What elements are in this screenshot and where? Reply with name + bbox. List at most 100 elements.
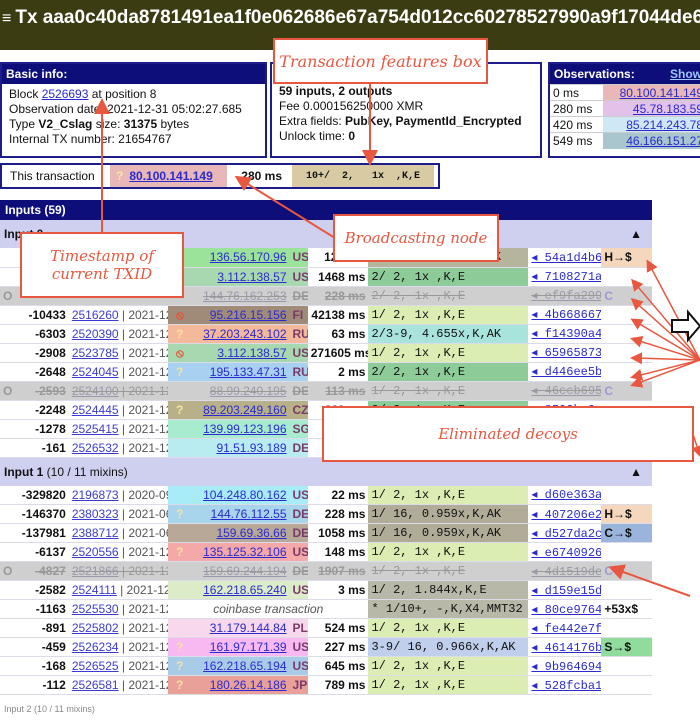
ip-link[interactable]: 195.133.47.31 <box>210 365 287 379</box>
block-link[interactable]: 2524045 <box>72 365 119 379</box>
country-code: DE <box>290 286 308 305</box>
menu-icon[interactable]: ≡ <box>2 10 11 27</box>
block-link[interactable]: 2526532 <box>72 441 119 455</box>
tag-cell <box>601 343 652 362</box>
flow-tag[interactable]: H→$ <box>604 507 631 521</box>
block-link[interactable]: 2520390 <box>72 327 119 341</box>
output-ref-link[interactable]: ◂ d446ee5b:1 <box>531 365 601 379</box>
output-ref-link[interactable]: ◂ 65965873:1 <box>531 346 601 360</box>
output-ref-link[interactable]: ◂ 54a1d4b6:13 <box>531 251 601 265</box>
output-ref-link[interactable]: ◂ d60e363a:0 <box>531 488 601 502</box>
output-ref-link[interactable]: ◂ f14390a4:3 <box>531 327 601 341</box>
ip-link[interactable]: 104.248.80.162 <box>203 488 286 502</box>
output-ref-link[interactable]: ◂ 4b668667:1 <box>531 308 601 322</box>
output-ref-link[interactable]: ◂ ef9fa299:3 <box>531 289 601 303</box>
output-ref-link[interactable]: ◂ 7108271a:0 <box>531 270 601 284</box>
block-link[interactable]: 2525530 <box>72 602 119 616</box>
flow-tag[interactable]: S→$ <box>604 640 631 654</box>
input-row: -11632525530 | 2021-12-29coinbase transa… <box>0 600 652 619</box>
ip-link[interactable]: 136.56.170.96 <box>210 250 287 264</box>
flow-tag[interactable]: C <box>604 289 613 303</box>
observation-ip-link[interactable]: 46.166.151.27 <box>626 134 700 148</box>
output-marker <box>0 267 18 286</box>
flow-tag[interactable]: H→$ <box>604 250 631 264</box>
output-marker <box>0 305 18 324</box>
country-code: US <box>290 657 308 676</box>
ip-link[interactable]: 95.216.15.156 <box>210 308 287 322</box>
this-tx-latency: 280 ms <box>227 169 292 183</box>
block-link[interactable]: 2388712 <box>72 526 119 540</box>
block-link[interactable]: 2523785 <box>72 346 119 360</box>
output-ref-link[interactable]: ◂ 9b964694:0 <box>531 660 601 674</box>
annotation-features-box: Transaction features box <box>273 38 488 84</box>
output-ref-link[interactable]: ◂ 80ce9764:31 <box>531 603 601 617</box>
block-date: | 2021-12-28 <box>119 403 168 417</box>
ip-link[interactable]: 144.76.162.253 <box>203 289 286 303</box>
block-link[interactable]: 2516260 <box>72 308 119 322</box>
show-link[interactable]: Show <box>670 67 700 81</box>
ip-link[interactable]: 3.112.138.57 <box>217 346 286 360</box>
block-link[interactable]: 2521866 <box>72 564 119 578</box>
block-link[interactable]: 2526581 <box>72 678 119 692</box>
output-ref-link[interactable]: ◂ 46ccb695:0 <box>531 384 601 398</box>
unknown-icon: ? <box>176 678 183 692</box>
observation-ip-link[interactable]: 45.78.183.59 <box>633 102 700 116</box>
ip-link[interactable]: 37.203.243.102 <box>203 327 286 341</box>
block-link[interactable]: 2525802 <box>72 621 119 635</box>
block-link[interactable]: 2524445 <box>72 403 119 417</box>
block-link[interactable]: 2380323 <box>72 507 119 521</box>
block-link[interactable]: 2520556 <box>72 545 119 559</box>
flow-tag[interactable]: C→$ <box>604 526 631 540</box>
block-offset: -2908 <box>18 343 69 362</box>
this-tx-ip-link[interactable]: 80.100.141.149 <box>129 169 212 183</box>
block-link[interactable]: 2524100 <box>72 384 119 398</box>
ip-link[interactable]: 162.218.65.194 <box>203 659 286 673</box>
ip-link[interactable]: 31.179.144.84 <box>210 621 287 635</box>
tx-features: 2/3-9, 4.655x,K,AK <box>368 324 528 343</box>
output-ref-link[interactable]: ◂ 407206e2:8 <box>531 508 601 522</box>
observation-ip-link[interactable]: 80.100.141.149 <box>620 86 700 100</box>
output-ref-link[interactable]: ◂ 4d1519de:1 <box>531 565 601 579</box>
block-link[interactable]: 2526234 <box>72 640 119 654</box>
block-link[interactable]: 2196873 <box>72 488 119 502</box>
ip-link[interactable]: 135.125.32.106 <box>203 545 286 559</box>
output-ref-link[interactable]: ◂ fe442e7f:1 <box>531 622 601 636</box>
block-link[interactable]: 2525415 <box>72 422 119 436</box>
block-cell: 2524111 | 2021-12-27 <box>69 581 168 600</box>
flow-tag[interactable]: C <box>604 564 613 578</box>
output-ref-link[interactable]: ◂ e6740926:0 <box>531 546 601 560</box>
observation-row: 420 ms85.214.243.78 <box>550 117 700 133</box>
block-link[interactable]: 2526693 <box>42 87 89 101</box>
latency: 22 ms <box>308 486 369 505</box>
ip-link[interactable]: 180.26.14.186 <box>210 678 287 692</box>
ip-link[interactable]: 89.203.249.160 <box>203 403 286 417</box>
ip-link[interactable]: 162.218.65.240 <box>203 583 286 597</box>
ip-cell: ⦸95.216.15.156 <box>168 305 289 324</box>
ip-link[interactable]: 91.51.93.189 <box>216 441 286 455</box>
tx-features: 1/ 2, 1x ,K,E <box>368 486 528 505</box>
ip-link[interactable]: 144.76.112.55 <box>211 507 287 521</box>
output-ref-link[interactable]: ◂ d159e15d:1 <box>531 584 601 598</box>
block-link[interactable]: 2526525 <box>72 659 119 673</box>
basic-info-header: Basic info: <box>2 64 265 84</box>
collapse-triangle-icon[interactable]: ▲ <box>630 465 642 479</box>
latency: 645 ms <box>308 657 369 676</box>
output-ref-link[interactable]: ◂ 4614176b:2 <box>531 641 601 655</box>
collapse-triangle-icon[interactable]: ▲ <box>630 227 642 241</box>
block-label: Block <box>9 87 38 101</box>
ip-link[interactable]: 161.97.171.39 <box>210 640 287 654</box>
output-ref-link[interactable]: ◂ d527da2c:0 <box>531 527 601 541</box>
output-marker <box>0 524 18 543</box>
flow-tag[interactable]: C <box>604 384 613 398</box>
observation-ip-link[interactable]: 85.214.243.78 <box>626 118 700 132</box>
block-link[interactable]: 2524111 <box>72 583 117 597</box>
output-ref-link[interactable]: ◂ 528fcba1:0 <box>531 679 601 693</box>
block-date: | 2021-12-30 <box>119 659 168 673</box>
ip-link[interactable]: 3.112.138.57 <box>217 270 286 284</box>
ip-link[interactable]: 159.69.36.66 <box>216 526 286 540</box>
ip-link[interactable]: 159.69.244.194 <box>203 564 286 578</box>
ip-link[interactable]: 139.99.123.196 <box>203 422 286 436</box>
observation-latency: 280 ms <box>550 101 603 117</box>
flow-tag[interactable]: +53x$ <box>604 602 638 616</box>
ip-link[interactable]: 88.99.240.195 <box>210 384 287 398</box>
